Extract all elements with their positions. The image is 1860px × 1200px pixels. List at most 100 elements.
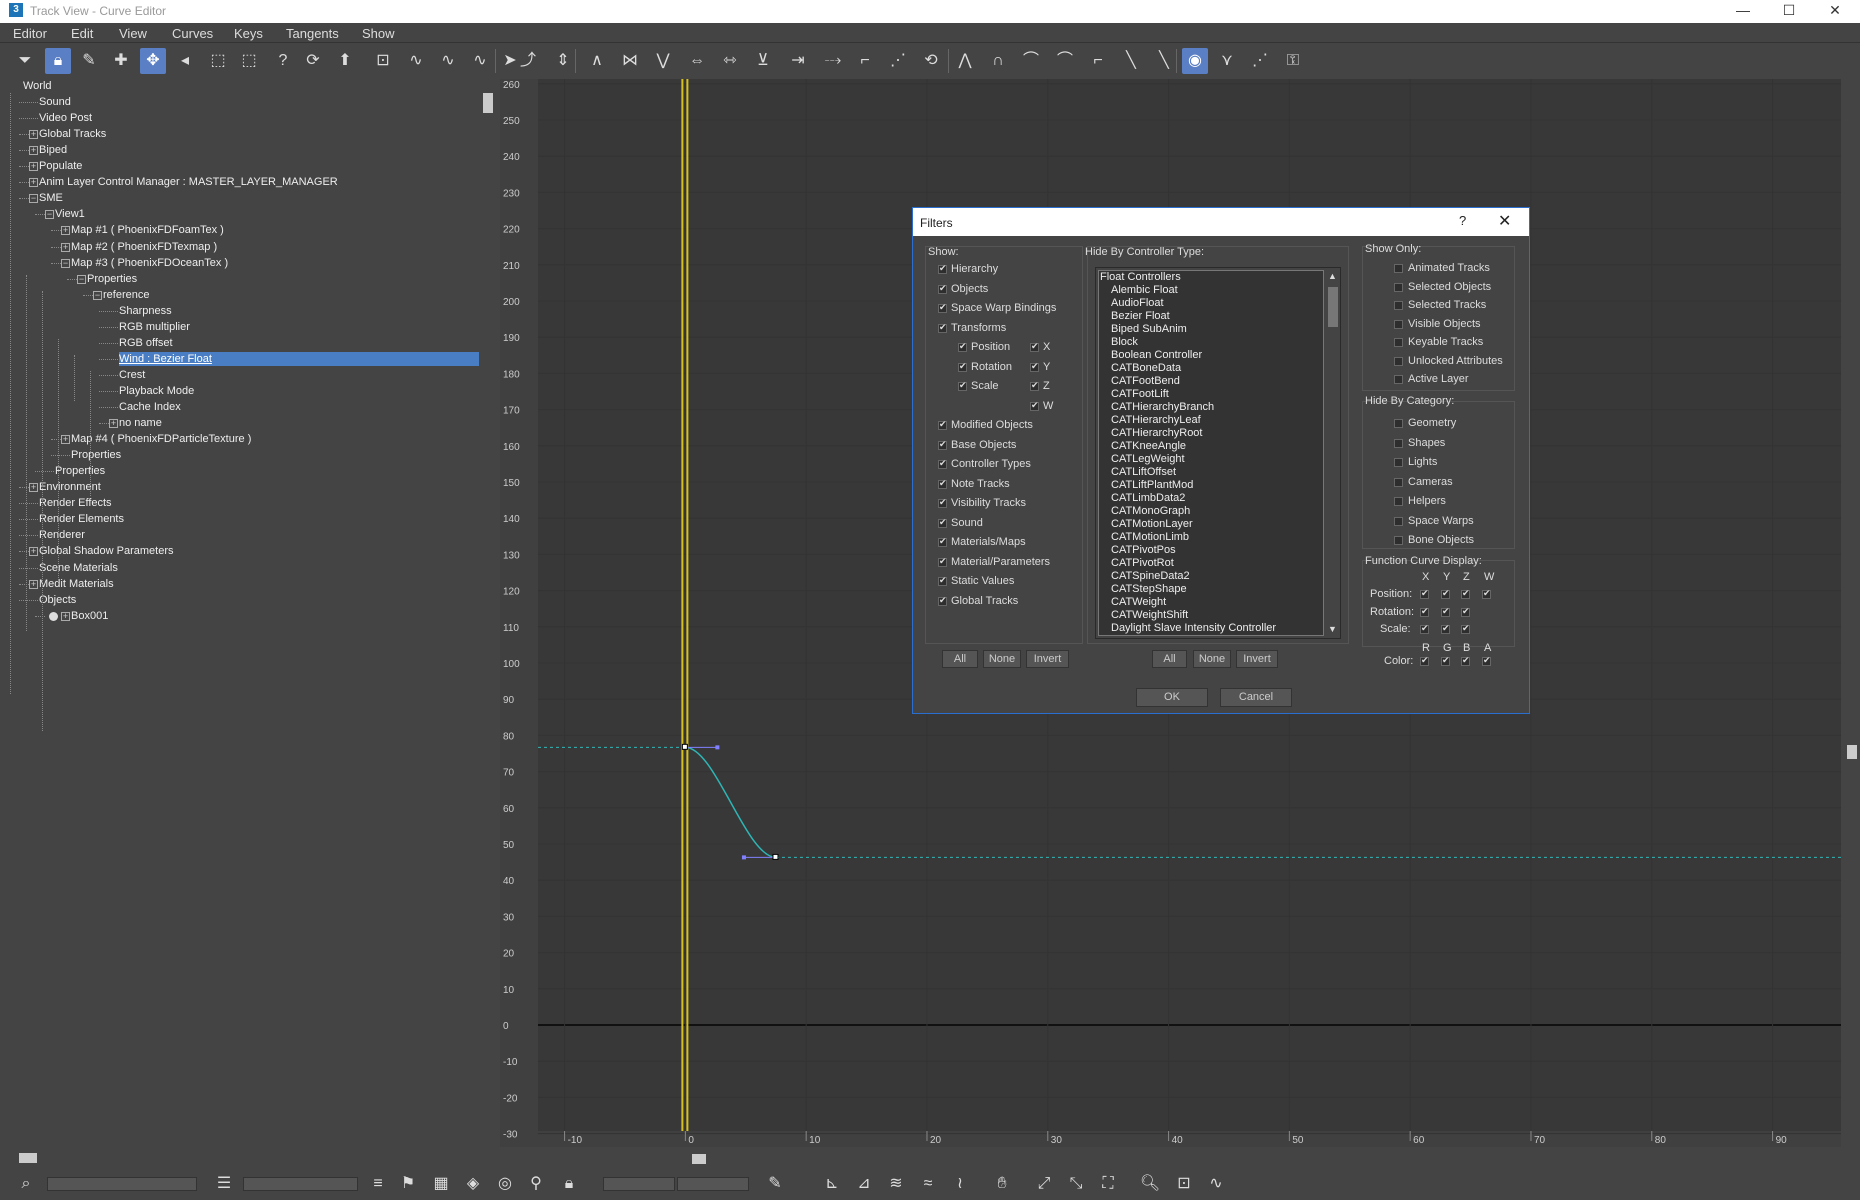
hide-category-checkbox[interactable] <box>1394 438 1403 448</box>
zoom-region-icon[interactable]: ⊡ <box>1172 1173 1196 1195</box>
show-checkbox[interactable] <box>938 458 947 469</box>
controller-type-item[interactable]: Float Controllers <box>1100 271 1181 284</box>
zoom-selected-icon[interactable]: ⌕ <box>14 1173 38 1195</box>
show-only-checkbox[interactable] <box>1394 319 1403 329</box>
tree-item[interactable]: Cache Index <box>119 400 181 414</box>
color-checkbox[interactable] <box>1441 655 1450 666</box>
expand-icon[interactable]: + <box>29 579 38 589</box>
show-only-checkbox[interactable] <box>1394 282 1403 292</box>
scroll-up-icon[interactable]: ▲ <box>1328 271 1337 281</box>
controller-type-item[interactable]: CATPivotRot <box>1111 557 1174 570</box>
menu-show[interactable]: Show <box>362 26 395 41</box>
draw-curves-icon[interactable]: ∿ <box>403 48 429 74</box>
tree-item[interactable]: Map #4 ( PhoenixFDParticleTexture ) <box>71 432 251 446</box>
show-checkbox[interactable] <box>938 419 947 430</box>
controller-type-item[interactable]: CATWeight <box>1111 596 1166 609</box>
dialog-close-icon[interactable]: ✕ <box>1498 211 1511 231</box>
fcd-checkbox[interactable] <box>1461 623 1470 634</box>
unify-tangents-icon[interactable]: ⌐ <box>852 48 878 74</box>
controller-type-list[interactable]: Float Controllers Alembic Float AudioFloat… <box>1095 267 1341 639</box>
controller-type-item[interactable]: CATMonoGraph <box>1111 505 1190 518</box>
zoom-values-icon[interactable]: ≈ <box>916 1173 940 1195</box>
tangent-spline-icon[interactable]: ∩ <box>985 48 1011 74</box>
controller-type-item[interactable]: CATBoneData <box>1111 362 1181 375</box>
expand-icon[interactable]: − <box>29 194 38 204</box>
tangent-auto-icon[interactable]: ⋀ <box>952 48 978 74</box>
tree-item[interactable]: Crest <box>119 368 145 382</box>
tree-horizontal-scrollbar[interactable] <box>3 1151 495 1165</box>
color-checkbox[interactable] <box>1482 655 1491 666</box>
show-only-checkbox[interactable] <box>1394 338 1403 347</box>
tree-item[interactable]: Anim Layer Control Manager : MASTER_LAYE… <box>39 175 338 189</box>
expand-icon[interactable]: + <box>29 146 38 156</box>
expand-icon[interactable]: + <box>109 419 118 429</box>
tangent-smooth-icon[interactable]: ╲ <box>1151 48 1177 74</box>
fcd-checkbox[interactable] <box>1461 606 1470 617</box>
tree-item[interactable]: reference <box>103 288 149 302</box>
show-only-checkbox[interactable] <box>1394 264 1403 273</box>
ok-button[interactable]: OK <box>1136 688 1208 707</box>
show-checkbox[interactable] <box>938 517 947 528</box>
tree-item[interactable]: Global Tracks <box>39 127 106 141</box>
expand-icon[interactable]: − <box>77 274 86 284</box>
align-icon[interactable]: ⇕ <box>550 48 576 74</box>
move-keys-icon[interactable]: ✥ <box>140 48 166 74</box>
tree-item[interactable]: Sound <box>39 95 71 109</box>
tree-item[interactable]: RGB multiplier <box>119 320 190 334</box>
controller-type-item[interactable]: CATHierarchyRoot <box>1111 427 1203 440</box>
tree-item[interactable]: Box001 <box>71 609 108 623</box>
hide-category-checkbox[interactable] <box>1394 477 1403 487</box>
menu-keys[interactable]: Keys <box>234 26 263 41</box>
transform-checkbox[interactable] <box>958 380 967 391</box>
show-checkbox[interactable] <box>938 497 947 508</box>
zoom-time-icon[interactable]: ≋ <box>884 1173 908 1195</box>
expand-icon[interactable]: + <box>29 162 38 172</box>
tree-item[interactable]: Render Elements <box>39 512 124 526</box>
hide-category-checkbox[interactable] <box>1394 497 1403 506</box>
expand-icon[interactable]: + <box>61 242 70 252</box>
selection-dropdown[interactable] <box>243 1177 358 1191</box>
scroll-thumb[interactable] <box>1847 745 1857 759</box>
tree-item[interactable]: World <box>23 79 52 93</box>
tree-vertical-scrollbar[interactable] <box>481 79 495 1150</box>
layers-icon[interactable]: ◈ <box>461 1173 485 1195</box>
transform-checkbox[interactable] <box>958 341 967 352</box>
tree-item[interactable]: Map #1 ( PhoenixFDFoamTex ) <box>71 223 224 237</box>
sound-icon[interactable]: ◎ <box>493 1173 517 1195</box>
fcd-checkbox[interactable] <box>1441 606 1450 617</box>
trackbar-icon[interactable]: ▦ <box>429 1173 453 1195</box>
show-checkbox[interactable] <box>938 575 947 586</box>
fcd-checkbox[interactable] <box>1420 623 1429 634</box>
axis-checkbox[interactable] <box>1030 361 1039 372</box>
tree-item[interactable]: Video Post <box>39 111 92 125</box>
help-icon[interactable]: ? <box>1459 213 1466 228</box>
show-only-checkbox[interactable] <box>1394 301 1403 310</box>
axis-checkbox[interactable] <box>1030 341 1039 352</box>
tree-item[interactable]: Objects <box>39 593 76 607</box>
tree-item[interactable]: Medit Materials <box>39 577 114 591</box>
controller-type-item[interactable]: Daylight Slave Intensity Controller <box>1111 622 1276 635</box>
filter-list-icon[interactable]: ☰ <box>212 1173 236 1195</box>
controller-type-item[interactable]: CATHierarchyLeaf <box>1111 414 1201 427</box>
scale-values-icon[interactable]: ⬚ <box>236 48 262 74</box>
show-checkbox[interactable] <box>938 478 947 489</box>
fcd-checkbox[interactable] <box>1420 588 1429 599</box>
edit-keys-icon[interactable]: ✎ <box>76 48 102 74</box>
zoom-region-icon[interactable]: ⊻ <box>750 48 776 74</box>
break-tangents-icon[interactable]: ⤏ <box>820 48 846 74</box>
expand-icon[interactable]: − <box>93 290 102 300</box>
scroll-thumb[interactable] <box>1328 287 1338 327</box>
flatten-icon[interactable]: ⇥ <box>785 48 811 74</box>
loop-icon[interactable]: ⟳ <box>300 48 326 74</box>
controller-type-item[interactable]: CATMotionLayer <box>1111 518 1193 531</box>
controller-type-item[interactable]: CATMotionLimb <box>1111 531 1189 544</box>
color-checkbox[interactable] <box>1461 655 1470 666</box>
slide-keys-icon[interactable]: ◂ <box>172 48 198 74</box>
key-stats-icon[interactable]: ≡ <box>366 1173 390 1195</box>
controller-type-item[interactable]: CATLimbData2 <box>1111 492 1185 505</box>
fcd-checkbox[interactable] <box>1461 588 1470 599</box>
zoom-value-icon[interactable]: ⇔ <box>684 48 710 74</box>
filter-icon[interactable]: ⏷ <box>12 48 38 74</box>
maximize-button[interactable]: ☐ <box>1766 0 1812 23</box>
show-none-button[interactable]: None <box>983 650 1021 668</box>
